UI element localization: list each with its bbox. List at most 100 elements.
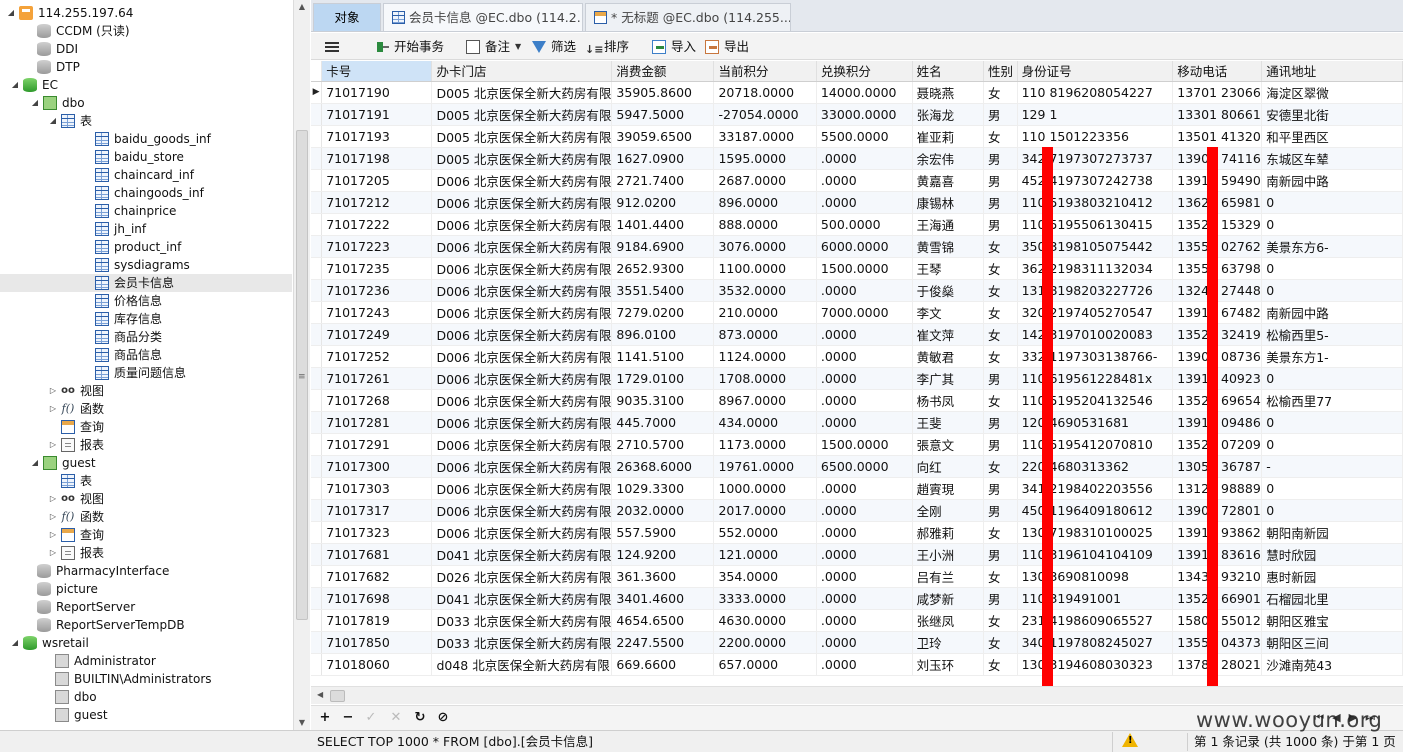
table-cell[interactable]: 450 1196409180612	[1017, 499, 1174, 522]
tree-item[interactable]: chaingoods_inf	[82, 184, 204, 202]
collapse-icon[interactable]: ◢	[48, 112, 58, 130]
table-cell[interactable]: 黄雪锦	[912, 235, 984, 258]
row-indicator[interactable]	[311, 609, 323, 632]
table-cell[interactable]: 朝阳区三间	[1261, 631, 1403, 654]
table-cell[interactable]: D006 北京医保全新大药房有限	[431, 455, 613, 478]
filter-button[interactable]: 筛选	[532, 37, 576, 57]
table-cell[interactable]: 3401.4600	[611, 587, 715, 610]
table-row[interactable]: 71017682 D026 北京医保全新大药房有限 361.3600 354.0000…	[311, 565, 1403, 588]
table-row[interactable]: 71017291 D006 北京医保全新大药房有限 2710.5700 1173.00…	[311, 433, 1403, 456]
table-cell[interactable]: d048 北京医保全新大药房有限	[431, 653, 613, 676]
table-row[interactable]: 71017243 D006 北京医保全新大药房有限 7279.0200 210.000…	[311, 301, 1403, 324]
refresh-button[interactable]: ↻	[412, 710, 428, 726]
column-header[interactable]: 兑换积分	[816, 61, 913, 82]
column-header[interactable]: 通讯地址	[1261, 61, 1403, 82]
table-cell[interactable]: 4654.6500	[611, 609, 715, 632]
table-cell[interactable]: 9035.3100	[611, 389, 715, 412]
tree-item[interactable]: 商品信息	[82, 346, 162, 364]
table-cell[interactable]: D006 北京医保全新大药房有限	[431, 301, 613, 324]
row-indicator[interactable]	[311, 235, 323, 258]
table-cell[interactable]: 李广其	[912, 367, 984, 390]
table-cell[interactable]: 121.0000	[713, 543, 817, 566]
import-button[interactable]: 导入	[652, 37, 696, 57]
table-cell[interactable]: D026 北京医保全新大药房有限	[431, 565, 613, 588]
expand-icon[interactable]: ▷	[48, 382, 58, 400]
table-cell[interactable]: .0000	[816, 389, 913, 412]
table-cell[interactable]: 全刚	[912, 499, 984, 522]
table-cell[interactable]: 朝阳区雅宝	[1261, 609, 1403, 632]
table-cell[interactable]: 71017291	[321, 433, 433, 456]
tree-item[interactable]: baidu_goods_inf	[82, 130, 211, 148]
table-cell[interactable]: D005 北京医保全新大药房有限	[431, 125, 613, 148]
table-cell[interactable]: 康锡林	[912, 191, 984, 214]
table-cell[interactable]: 王海通	[912, 213, 984, 236]
table-cell[interactable]: 1000.0000	[713, 477, 817, 500]
row-indicator[interactable]	[311, 169, 323, 192]
table-cell[interactable]: 6000.0000	[816, 235, 913, 258]
table-cell[interactable]: 9184.6900	[611, 235, 715, 258]
table-row[interactable]: 71017281 D006 北京医保全新大药房有限 445.7000 434.0000…	[311, 411, 1403, 434]
row-indicator[interactable]	[311, 411, 323, 434]
table-row[interactable]: 71017212 D006 北京医保全新大药房有限 912.0200 896.0000…	[311, 191, 1403, 214]
table-cell[interactable]: 松榆西里5-	[1261, 323, 1403, 346]
table-cell[interactable]: 0	[1261, 411, 1403, 434]
row-indicator[interactable]	[311, 477, 323, 500]
table-cell[interactable]: 刘玉环	[912, 653, 984, 676]
table-cell[interactable]: 女	[983, 609, 1018, 632]
stop-button[interactable]: ⊘	[435, 710, 451, 726]
table-row[interactable]: 71017317 D006 北京医保全新大药房有限 2032.0000 2017.00…	[311, 499, 1403, 522]
tree-item[interactable]: DTP	[24, 58, 80, 76]
table-cell[interactable]: 71017303	[321, 477, 433, 500]
table-cell[interactable]: 3551.5400	[611, 279, 715, 302]
table-cell[interactable]: 71017682	[321, 565, 433, 588]
table-cell[interactable]: 896.0000	[713, 191, 817, 214]
row-indicator[interactable]	[311, 125, 323, 148]
row-indicator[interactable]	[311, 345, 323, 368]
table-cell[interactable]: 1708.0000	[713, 367, 817, 390]
table-cell[interactable]: 110 619561228481x	[1017, 367, 1174, 390]
table-cell[interactable]: 0	[1261, 367, 1403, 390]
table-cell[interactable]: 873.0000	[713, 323, 817, 346]
table-cell[interactable]: 0	[1261, 257, 1403, 280]
table-row[interactable]: 71017205 D006 北京医保全新大药房有限 2721.7400 2687.00…	[311, 169, 1403, 192]
table-cell[interactable]: 71017235	[321, 257, 433, 280]
table-cell[interactable]: 1141.5100	[611, 345, 715, 368]
table-cell[interactable]: 445.7000	[611, 411, 715, 434]
table-cell[interactable]: 慧时欣园	[1261, 543, 1403, 566]
table-cell[interactable]: 33000.0000	[816, 103, 913, 126]
table-cell[interactable]: 男	[983, 169, 1018, 192]
tree-item[interactable]: Administrator	[42, 652, 156, 670]
table-cell[interactable]: 71017300	[321, 455, 433, 478]
collapse-icon[interactable]: ◢	[10, 634, 20, 652]
table-cell[interactable]: .0000	[816, 477, 913, 500]
grid-horizontal-scrollbar[interactable]: ◀	[311, 686, 1403, 704]
tree-item[interactable]: ◢ EC	[10, 76, 58, 94]
table-cell[interactable]: 女	[983, 81, 1018, 104]
table-cell[interactable]: 110 3196104104109	[1017, 543, 1174, 566]
row-indicator[interactable]	[311, 499, 323, 522]
table-cell[interactable]: 552.0000	[713, 521, 817, 544]
tree-item[interactable]: ▷ oo 视图	[48, 382, 104, 400]
table-cell[interactable]: 杨书凤	[912, 389, 984, 412]
table-row[interactable]: 71017236 D006 北京医保全新大药房有限 3551.5400 3532.00…	[311, 279, 1403, 302]
table-cell[interactable]: 340 1197808245027	[1017, 631, 1174, 654]
table-cell[interactable]: 男	[983, 499, 1018, 522]
table-row[interactable]: 71017323 D006 北京医保全新大药房有限 557.5900 552.0000…	[311, 521, 1403, 544]
scroll-left-icon[interactable]: ◀	[317, 690, 323, 699]
table-cell[interactable]: 129 1	[1017, 103, 1174, 126]
table-cell[interactable]: 向红	[912, 455, 984, 478]
table-cell[interactable]: 320 2197405270547	[1017, 301, 1174, 324]
column-header[interactable]: 卡号	[321, 61, 433, 82]
table-cell[interactable]: 美景东方6-	[1261, 235, 1403, 258]
table-cell[interactable]: 71017193	[321, 125, 433, 148]
table-cell[interactable]: 于俊燊	[912, 279, 984, 302]
export-button[interactable]: 导出	[705, 37, 749, 57]
table-cell[interactable]: 沙滩南苑43	[1261, 653, 1403, 676]
table-cell[interactable]: D005 北京医保全新大药房有限	[431, 81, 613, 104]
column-header[interactable]: 办卡门店	[431, 61, 613, 82]
table-cell[interactable]: 5500.0000	[816, 125, 913, 148]
table-row[interactable]: 71017850 D033 北京医保全新大药房有限 2247.5500 2200.00…	[311, 631, 1403, 654]
table-cell[interactable]: 1729.0100	[611, 367, 715, 390]
table-row[interactable]: 71017261 D006 北京医保全新大药房有限 1729.0100 1708.00…	[311, 367, 1403, 390]
table-row[interactable]: 71017698 D041 北京医保全新大药房有限 3401.4600 3333.00…	[311, 587, 1403, 610]
